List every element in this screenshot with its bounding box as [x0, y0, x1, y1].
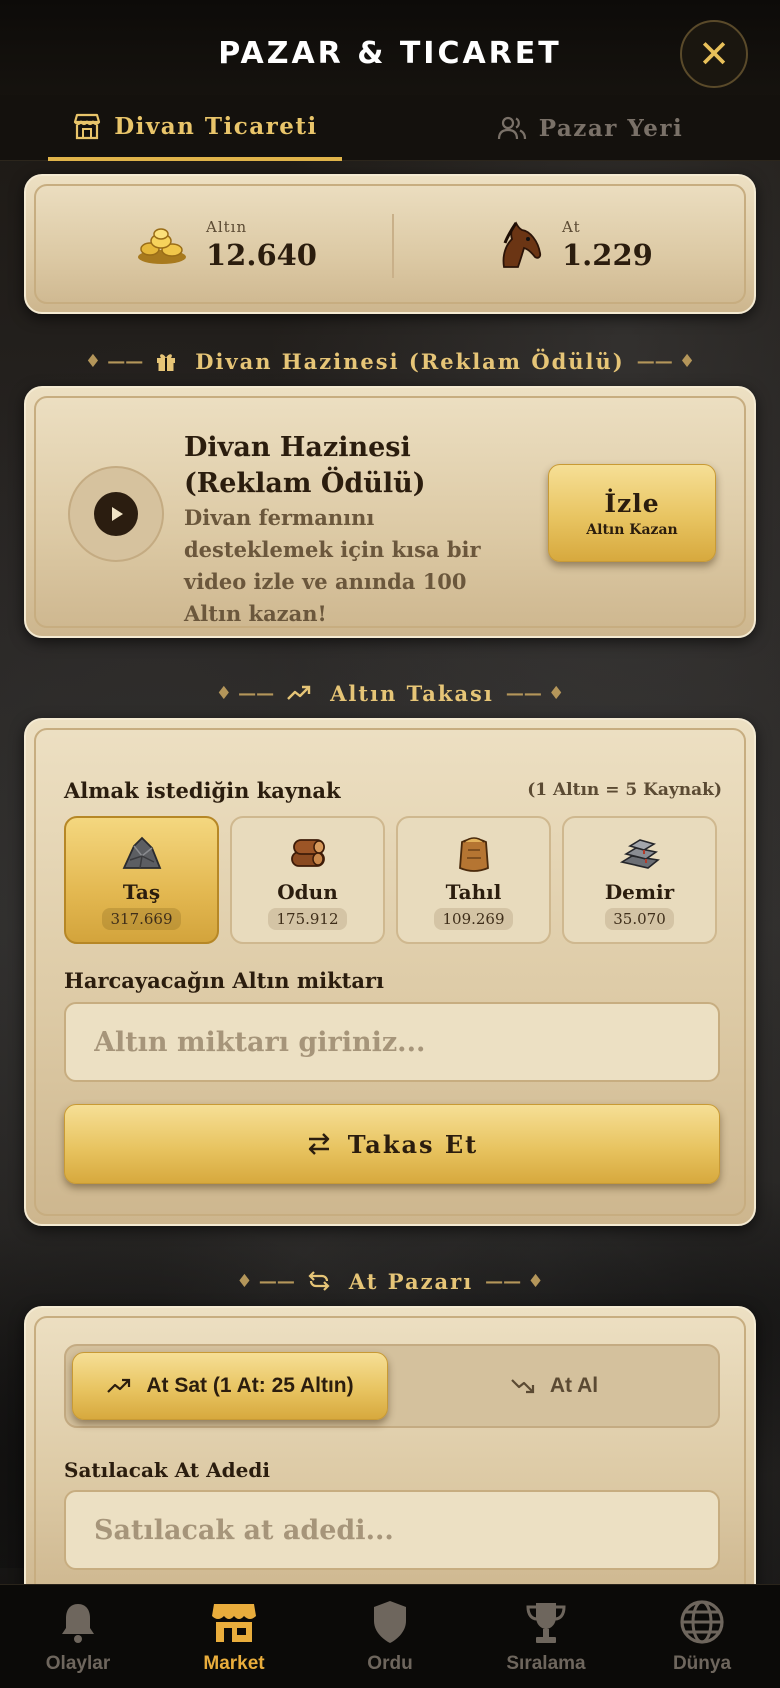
sell-tab-label: At Sat (1 At: 25 Altın) — [146, 1374, 354, 1397]
resource-select-label: Almak istediğin kaynak — [64, 778, 341, 803]
store-icon — [74, 113, 101, 140]
tab-bar: Divan Ticareti Pazar Yeri — [0, 95, 780, 161]
resource-option-demir[interactable]: Demir 35.070 — [562, 816, 717, 944]
resource-amount: 317.669 — [102, 908, 181, 930]
video-play-button[interactable] — [68, 466, 164, 562]
grain-icon — [458, 837, 489, 872]
horse-count-field[interactable] — [64, 1490, 720, 1570]
section-title: Altın Takası — [330, 680, 494, 706]
section-header-horse: ♦ —— At Pazarı —— ♦ — [0, 1266, 780, 1296]
tab-divan-ticareti[interactable]: Divan Ticareti — [48, 95, 342, 161]
nav-label: Ordu — [367, 1653, 413, 1674]
watch-button-label: İzle — [604, 488, 660, 518]
tab-label: Divan Ticareti — [114, 112, 318, 140]
horse-icon — [502, 221, 542, 268]
nav-market[interactable]: Market — [156, 1585, 312, 1688]
gold-value: 12.640 — [206, 238, 317, 272]
gold-coins-icon — [138, 228, 186, 264]
swap-button-label: Takas Et — [347, 1129, 479, 1159]
horse-mode-toggle: At Sat (1 At: 25 Altın) At Al — [64, 1344, 720, 1428]
exchange-rate: (1 Altın = 5 Kaynak) — [527, 780, 722, 800]
wood-icon — [290, 839, 325, 867]
ad-description: Divan fermanını desteklemek için kısa bi… — [184, 505, 481, 626]
section-title: Divan Hazinesi (Reklam Ödülü) — [195, 348, 625, 374]
horse-count-input[interactable] — [94, 1492, 718, 1568]
horse-count-label: Satılacak At Adedi — [64, 1458, 270, 1482]
divider-ornament: —— ♦ — [485, 1270, 544, 1292]
resource-option-tahil[interactable]: Tahıl 109.269 — [396, 816, 551, 944]
trophy-icon — [526, 1603, 566, 1643]
resource-amount: 35.070 — [605, 908, 674, 930]
tab-pazar-yeri[interactable]: Pazar Yeri — [460, 95, 720, 161]
gold-trade-card: Almak istediğin kaynak (1 Altın = 5 Kayn… — [24, 718, 756, 1226]
nav-label: Olaylar — [45, 1653, 111, 1674]
resource-summary-card: Altın 12.640 At 1.229 — [24, 174, 756, 314]
resource-option-odun[interactable]: Odun 175.912 — [230, 816, 385, 944]
nav-label: Sıralama — [506, 1653, 586, 1674]
shield-icon — [374, 1601, 406, 1643]
nav-dunya[interactable]: Dünya — [624, 1585, 780, 1688]
iron-icon — [619, 839, 660, 869]
close-icon: ✕ — [698, 32, 730, 76]
gift-icon — [157, 354, 176, 371]
divider-ornament: ♦ —— — [215, 682, 275, 704]
users-icon — [497, 116, 526, 140]
horse-resource: At 1.229 — [492, 218, 653, 272]
stone-icon — [122, 836, 161, 869]
section-header-trade: ♦ —— Altın Takası —— ♦ — [0, 678, 780, 708]
ad-title: Divan Hazinesi (Reklam Ödülü) — [184, 432, 426, 499]
horse-market-card: At Sat (1 At: 25 Altın) At Al Satılacak … — [24, 1306, 756, 1606]
nav-ordu[interactable]: Ordu — [312, 1585, 468, 1688]
gold-amount-field[interactable] — [64, 1002, 720, 1082]
nav-siralama[interactable]: Sıralama — [468, 1585, 624, 1688]
nav-olaylar[interactable]: Olaylar — [0, 1585, 156, 1688]
page-title: PAZAR & TICARET — [218, 36, 562, 71]
gold-amount-input[interactable] — [94, 1004, 718, 1080]
resource-name: Tahıl — [445, 880, 502, 904]
bottom-navigation: Olaylar Market Ordu Sıralama Dünya — [0, 1584, 780, 1688]
section-header-ad: ♦ —— Divan Hazinesi (Reklam Ödülü) —— ♦ — [0, 346, 780, 376]
gold-amount-label: Harcayacağın Altın miktarı — [64, 968, 384, 993]
swap-arrows-icon — [308, 1133, 329, 1155]
resource-name: Odun — [277, 880, 338, 904]
gold-label: Altın — [206, 218, 248, 236]
buy-tab-label: At Al — [549, 1374, 599, 1397]
divider-ornament: ♦ —— — [236, 1270, 295, 1292]
watch-button-sublabel: Altın Kazan — [586, 521, 678, 538]
trending-up-icon — [287, 685, 311, 700]
sell-horse-tab[interactable]: At Sat (1 At: 25 Altın) — [72, 1352, 388, 1420]
trending-down-icon — [511, 1379, 534, 1394]
resource-option-tas[interactable]: Taş 317.669 — [64, 816, 219, 944]
resource-amount: 175.912 — [268, 908, 347, 930]
trending-up-icon — [107, 1378, 131, 1393]
resource-name: Taş — [122, 880, 161, 904]
ad-reward-card: Divan Hazinesi (Reklam Ödülü) Divan ferm… — [24, 386, 756, 638]
close-button[interactable]: ✕ — [680, 20, 748, 88]
horse-label: At — [562, 218, 581, 236]
gold-resource: Altın 12.640 — [136, 218, 317, 272]
play-icon — [112, 507, 123, 521]
bell-icon — [62, 1604, 94, 1643]
divider — [392, 214, 394, 278]
tab-label: Pazar Yeri — [538, 114, 684, 142]
divider-ornament: ♦ —— — [84, 350, 144, 372]
nav-label: Market — [203, 1653, 265, 1674]
divider-ornament: —— ♦ — [505, 682, 565, 704]
nav-label: Dünya — [672, 1653, 732, 1674]
resource-amount: 109.269 — [434, 908, 513, 930]
globe-icon — [680, 1600, 724, 1644]
repeat-icon — [308, 1271, 330, 1291]
divider-ornament: —— ♦ — [636, 350, 696, 372]
swap-button[interactable]: Takas Et — [64, 1104, 720, 1184]
horse-value: 1.229 — [562, 238, 653, 272]
buy-horse-tab[interactable]: At Al — [396, 1352, 712, 1420]
market-icon — [212, 1604, 256, 1642]
section-title: At Pazarı — [348, 1268, 474, 1294]
watch-ad-button[interactable]: İzle Altın Kazan — [548, 464, 716, 562]
resource-name: Demir — [604, 880, 675, 904]
